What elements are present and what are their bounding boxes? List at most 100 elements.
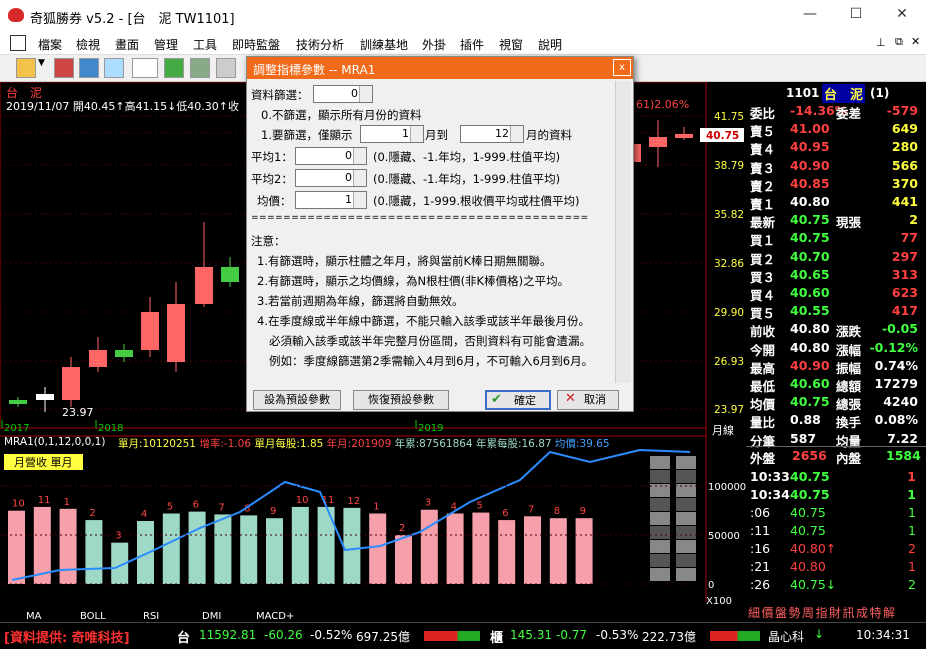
quote-panel: 1101 台 泥 (1) 委比 -14.36% 委差 -579 賣５ 41.00 649 賣４… [746, 82, 926, 622]
price-axis-label: 38.79 [714, 160, 744, 172]
quote-row-label2: 換手 [836, 415, 862, 431]
quote-row: 今開 40.80 漲幅 -0.12% [746, 339, 926, 358]
revenue-bar [162, 513, 180, 584]
quote-row: 買３ 40.65 313 [746, 266, 926, 285]
quote-row-label: 最新 [750, 215, 776, 231]
pin-icon[interactable]: ⊥ [876, 36, 886, 49]
outer-value: 2656 [792, 448, 827, 463]
chart-x-icon[interactable] [216, 58, 236, 78]
candle-body [195, 267, 213, 304]
price-axis-label: 23.97 [714, 404, 744, 416]
tick-time: :16 [750, 541, 771, 556]
indicator-header-name: MRA1(0,1,12,0,0,1) [4, 436, 106, 448]
indicator-axis-label: 0 [708, 580, 714, 591]
indicator-item: 增率:-1.06 [199, 438, 252, 450]
tick-time: 10:33 [750, 469, 790, 484]
inner-outer-row: 外盤 2656 內盤 1584 [746, 446, 926, 466]
inner-value: 1584 [886, 448, 921, 463]
filter-to-input[interactable]: 12 [460, 125, 524, 143]
quote-row: 最新 40.75 現張 2 [746, 211, 926, 231]
candle-body [141, 312, 159, 350]
tab-boll[interactable]: BOLL [80, 611, 106, 622]
tab-rsi[interactable]: RSI [143, 611, 159, 622]
data-provider: [資料提供: 奇唯科技] [4, 631, 130, 646]
menu-tools[interactable]: 工具 [193, 36, 217, 53]
taiex-amount: 697.25億 [356, 630, 410, 644]
quote-row-value2: 297 [891, 248, 918, 264]
app-logo-icon [8, 8, 24, 22]
menu-help[interactable]: 說明 [538, 36, 562, 53]
placeholder-bar [650, 456, 670, 469]
menu-screen[interactable]: 畫面 [115, 36, 139, 53]
screen-icon[interactable] [104, 58, 124, 78]
mdi-close-icon[interactable]: ✕ [911, 35, 920, 48]
quote-row: 賣３ 40.90 566 [746, 157, 926, 176]
tick-volume: 1 [907, 487, 916, 502]
menu-file[interactable]: 檔案 [38, 36, 62, 53]
placeholder-bar [650, 568, 670, 581]
dialog-close-button[interactable]: x [613, 59, 631, 76]
menu-window[interactable]: 視窗 [499, 36, 523, 53]
placeholder-bar [650, 554, 670, 567]
avg2-input[interactable]: 0 [295, 169, 367, 187]
bar-month-label: 5 [167, 502, 173, 513]
revenue-bar [395, 535, 412, 584]
tab-ma[interactable]: MA [26, 611, 41, 622]
price-input[interactable]: 1 [295, 191, 367, 209]
quote-row-value2: -0.05 [881, 321, 918, 337]
quote-row-value: 40.80 [790, 321, 830, 337]
revenue-bar [549, 518, 567, 584]
window-title: 奇狐勝券 v5.2 - [台 泥 TW1101] [30, 12, 235, 27]
restore-icon[interactable]: ⧉ [895, 35, 903, 49]
quote-row-label: 賣１ [750, 197, 776, 212]
chart-color-icon[interactable] [164, 58, 184, 78]
tab-macd[interactable]: MACD+ [256, 611, 294, 622]
placeholder-bar [676, 456, 696, 469]
candle-body [675, 134, 693, 138]
set-default-button[interactable]: 設為預設參數 [253, 390, 341, 410]
close-icon[interactable]: ✕ [892, 6, 912, 22]
quote-row-value: 40.80 [790, 194, 830, 209]
filter-input[interactable]: 0 [313, 85, 373, 103]
menu-view[interactable]: 檢視 [76, 36, 100, 53]
restore-default-button[interactable]: 恢復預設參數 [353, 390, 449, 410]
menu-manage[interactable]: 管理 [154, 36, 178, 53]
menu-plugins[interactable]: 插件 [460, 36, 484, 53]
quote-row: 買４ 40.60 623 [746, 284, 926, 303]
quote-bottom-tabs[interactable]: 細價盤勢周指財訊成特解 [748, 604, 897, 621]
quote-row-label: 賣５ [750, 124, 776, 140]
avg1-input[interactable]: 0 [295, 147, 367, 165]
indicator-header-items: 單月:10120251 增率:-1.06 單月每股:1.85 年月:201909… [118, 436, 610, 451]
quote-row-value: 41.00 [790, 121, 830, 137]
chart-ohlc-info: 2019/11/07 開40.45↑高41.15↓低40.30↑收 [6, 100, 240, 113]
minimize-icon[interactable]: — [800, 6, 820, 22]
placeholder-bar [676, 554, 696, 567]
quote-row: 最低 40.60 總額 17279 [746, 375, 926, 394]
dialog-scrollbar[interactable] [615, 81, 631, 383]
quote-row-label: 買３ [750, 269, 776, 285]
maximize-icon[interactable]: ☐ [846, 6, 866, 22]
tick-volume: 1 [908, 505, 916, 520]
menu-training[interactable]: 訓練基地 [360, 36, 408, 53]
candle-body [221, 267, 239, 282]
quote-row-value2: 566 [891, 157, 918, 173]
weight-icon[interactable] [132, 58, 158, 78]
placeholder-bar [650, 470, 670, 483]
menu-tech[interactable]: 技術分析 [296, 36, 344, 53]
bar-month-label: 1 [64, 497, 70, 508]
layout-icon[interactable] [54, 58, 74, 78]
revenue-bar [240, 515, 258, 584]
ok-check-icon: ✔ [491, 392, 502, 407]
dropdown-icon[interactable]: ▼ [38, 58, 50, 78]
placeholder-bar [676, 568, 696, 581]
menu-plugin-ext[interactable]: 外掛 [422, 36, 446, 53]
move-icon[interactable] [79, 58, 99, 78]
menu-monitor[interactable]: 即時監盤 [232, 36, 280, 53]
chart-gray-icon[interactable] [190, 58, 210, 78]
quote-row-label2: 漲幅 [836, 342, 862, 358]
revenue-bar [446, 513, 464, 584]
revenue-bar [291, 506, 309, 584]
tab-dmi[interactable]: DMI [202, 611, 221, 622]
filter-from-input[interactable]: 1 [360, 125, 424, 143]
open-folder-icon[interactable] [16, 58, 36, 78]
